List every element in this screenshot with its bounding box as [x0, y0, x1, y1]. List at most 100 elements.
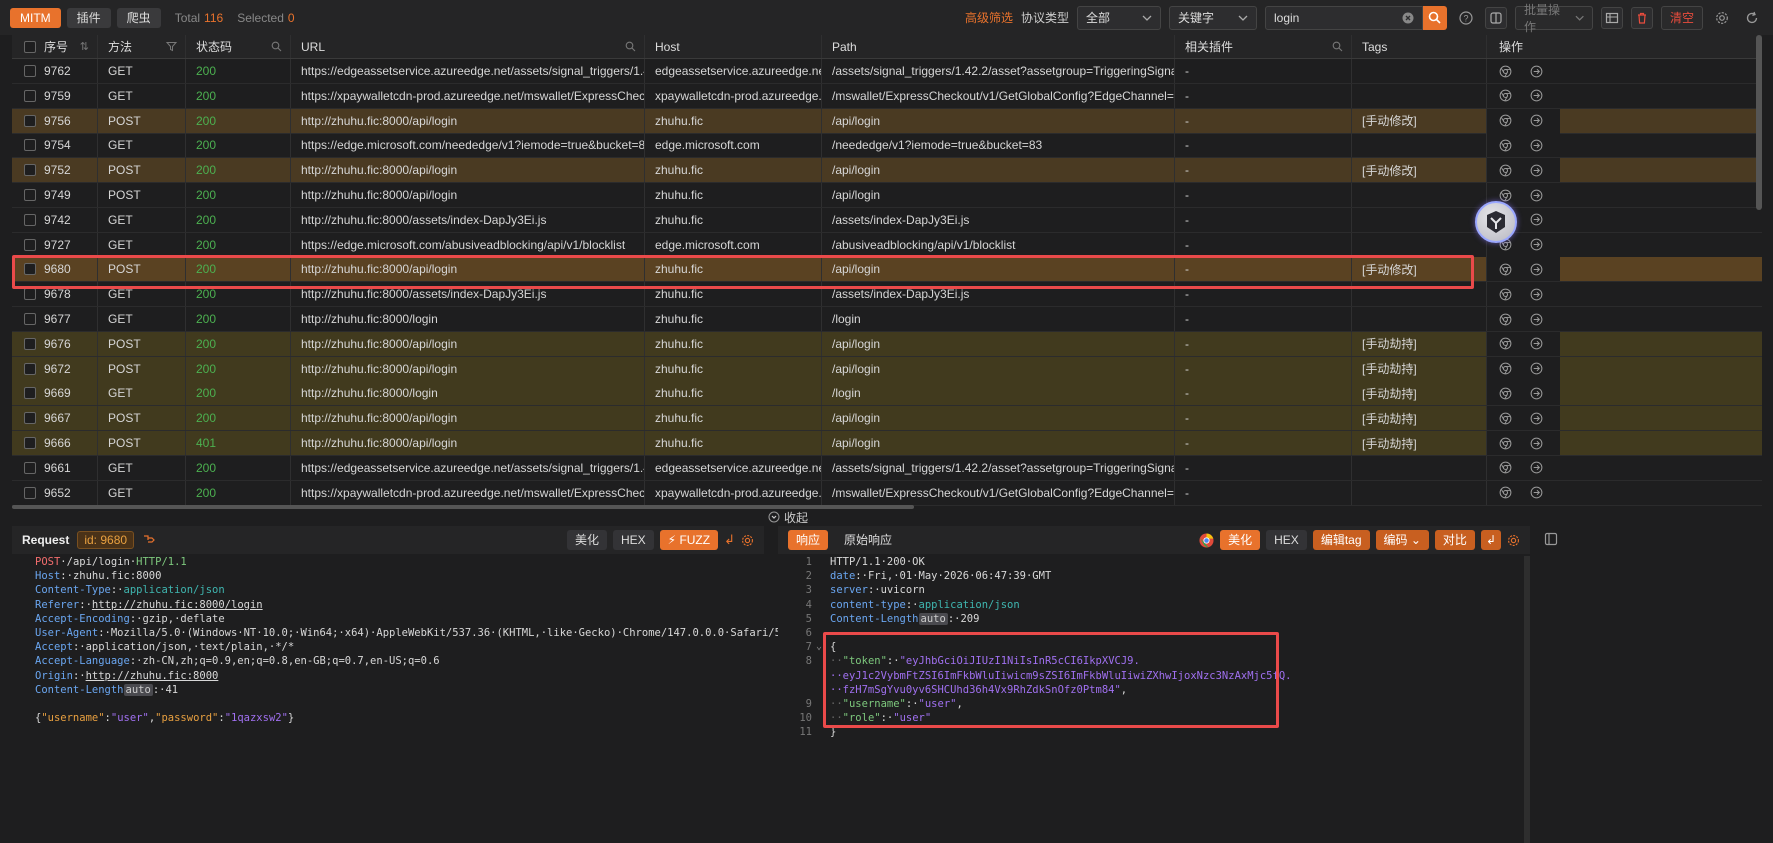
fuzz-button[interactable]: ⚡ FUZZ: [659, 530, 719, 550]
header-status[interactable]: 状态码: [186, 35, 291, 58]
protocol-select[interactable]: 全部: [1076, 5, 1161, 30]
arrow-circle-icon[interactable]: [1530, 213, 1543, 226]
hex-button[interactable]: HEX: [1266, 530, 1307, 550]
header-path[interactable]: Path: [822, 35, 1175, 58]
arrow-circle-icon[interactable]: [1530, 461, 1543, 474]
settings-gear-icon[interactable]: [1711, 7, 1733, 29]
chrome-icon[interactable]: [1499, 337, 1512, 350]
arrow-circle-icon[interactable]: [1530, 263, 1543, 276]
table-row[interactable]: 9666 POST 401 http://zhuhu.fic:8000/api/log…: [12, 431, 1762, 456]
table-row[interactable]: 9667 POST 200 http://zhuhu.fic:8000/api/log…: [12, 406, 1762, 432]
tab-response[interactable]: 响应: [788, 530, 829, 550]
arrow-circle-icon[interactable]: [1530, 89, 1543, 102]
mode-crawler-tab[interactable]: 爬虫: [116, 7, 161, 28]
table-row[interactable]: 9762 GET 200 https://edgeassetservice.azure…: [12, 59, 1762, 84]
arrow-circle-icon[interactable]: [1530, 437, 1543, 450]
row-checkbox[interactable]: [24, 89, 36, 102]
hex-button[interactable]: HEX: [612, 530, 654, 550]
chrome-icon[interactable]: [1499, 189, 1512, 202]
chrome-icon[interactable]: [1499, 437, 1512, 450]
beautify-button[interactable]: 美化: [1220, 530, 1261, 550]
search-icon[interactable]: [1332, 41, 1343, 52]
table-settings-icon[interactable]: [1600, 6, 1623, 29]
settings-gear-icon[interactable]: [1507, 534, 1520, 547]
header-id[interactable]: 序号 ⇅: [12, 35, 98, 58]
advanced-filter-link[interactable]: 高级筛选: [965, 9, 1013, 26]
link-icon[interactable]: [142, 533, 156, 547]
table-row[interactable]: 9756 POST 200 http://zhuhu.fic:8000/api/log…: [12, 108, 1762, 134]
row-checkbox[interactable]: [24, 362, 36, 375]
sidebar-toggle-icon[interactable]: [1538, 526, 1564, 552]
collapse-toggle[interactable]: 收起: [768, 510, 808, 525]
table-row[interactable]: 9677 GET 200 http://zhuhu.fic:8000/login zhu…: [12, 307, 1762, 332]
chrome-icon[interactable]: [1199, 532, 1214, 548]
edit-tag-button[interactable]: 编辑tag: [1312, 530, 1370, 550]
help-icon[interactable]: ?: [1455, 7, 1477, 29]
row-checkbox[interactable]: [24, 437, 36, 449]
arrow-circle-icon[interactable]: [1530, 65, 1543, 78]
mode-plugin-tab[interactable]: 插件: [66, 7, 111, 28]
chrome-icon[interactable]: [1499, 288, 1512, 301]
arrow-circle-icon[interactable]: [1530, 139, 1543, 152]
chrome-icon[interactable]: [1499, 387, 1512, 400]
clear-input-icon[interactable]: [1402, 12, 1414, 24]
chrome-icon[interactable]: [1499, 486, 1512, 499]
mode-mitm-tab[interactable]: MITM: [10, 7, 61, 28]
arrow-circle-icon[interactable]: [1530, 387, 1543, 400]
row-checkbox[interactable]: [24, 263, 36, 276]
table-row[interactable]: 9661 GET 200 https://edgeassetservice.azure…: [12, 455, 1762, 481]
search-icon[interactable]: [625, 41, 636, 52]
refresh-icon[interactable]: [1741, 7, 1763, 29]
arrow-circle-icon[interactable]: [1530, 362, 1543, 375]
header-tags[interactable]: Tags: [1352, 35, 1487, 58]
compare-button[interactable]: 对比: [1434, 530, 1475, 550]
response-scrollbar[interactable]: [1524, 556, 1530, 843]
chrome-icon[interactable]: [1499, 263, 1512, 276]
row-checkbox[interactable]: [24, 461, 36, 474]
chrome-icon[interactable]: [1499, 461, 1512, 474]
search-mode-select[interactable]: 关键字: [1168, 5, 1257, 30]
chrome-icon[interactable]: [1499, 412, 1512, 425]
row-checkbox[interactable]: [24, 288, 36, 301]
filter-toggle-icon[interactable]: [1484, 6, 1507, 29]
arrow-circle-icon[interactable]: [1530, 238, 1543, 251]
row-checkbox[interactable]: [24, 164, 36, 177]
table-row[interactable]: 9759 GET 200 https://xpaywalletcdn-prod.azu…: [12, 83, 1762, 109]
chrome-icon[interactable]: [1499, 164, 1512, 177]
select-all-checkbox[interactable]: [24, 40, 36, 53]
beautify-button[interactable]: 美化: [566, 530, 607, 550]
arrow-circle-icon[interactable]: [1530, 288, 1543, 301]
row-checkbox[interactable]: [24, 412, 36, 425]
row-checkbox[interactable]: [24, 65, 36, 77]
filter-icon[interactable]: [166, 41, 177, 52]
header-url[interactable]: URL: [291, 35, 645, 58]
chrome-icon[interactable]: [1499, 114, 1512, 127]
fold-chevron-icon[interactable]: ⌄: [816, 640, 822, 654]
encode-dropdown[interactable]: 编码 ⌄: [1375, 530, 1429, 550]
row-checkbox[interactable]: [24, 114, 36, 127]
row-checkbox[interactable]: [24, 139, 36, 152]
chrome-icon[interactable]: [1499, 65, 1512, 78]
arrow-circle-icon[interactable]: [1530, 412, 1543, 425]
table-row[interactable]: 9676 POST 200 http://zhuhu.fic:8000/api/log…: [12, 331, 1762, 357]
table-row[interactable]: 9678 GET 200 http://zhuhu.fic:8000/assets/i…: [12, 282, 1762, 308]
row-checkbox[interactable]: [24, 337, 36, 350]
table-row[interactable]: 9680 POST 200 http://zhuhu.fic:8000/api/log…: [12, 257, 1762, 283]
clear-button[interactable]: 清空: [1660, 5, 1703, 30]
wrap-icon[interactable]: ↲: [1480, 530, 1501, 550]
row-checkbox[interactable]: [24, 313, 36, 325]
header-method[interactable]: 方法: [98, 35, 186, 58]
sort-icon[interactable]: ⇅: [80, 40, 89, 53]
wrap-icon[interactable]: ↲: [724, 532, 735, 548]
header-plugin[interactable]: 相关插件: [1175, 35, 1352, 58]
row-checkbox[interactable]: [24, 387, 36, 400]
search-button[interactable]: [1422, 5, 1447, 30]
table-horizontal-scrollbar[interactable]: [12, 505, 914, 509]
arrow-circle-icon[interactable]: [1530, 486, 1543, 499]
chrome-icon[interactable]: [1499, 89, 1512, 102]
chrome-icon[interactable]: [1499, 362, 1512, 375]
tab-raw-response[interactable]: 原始响应: [836, 530, 900, 550]
table-row[interactable]: 9754 GET 200 https://edge.microsoft.com/nee…: [12, 133, 1762, 159]
arrow-circle-icon[interactable]: [1530, 114, 1543, 127]
search-input[interactable]: login: [1264, 5, 1423, 30]
